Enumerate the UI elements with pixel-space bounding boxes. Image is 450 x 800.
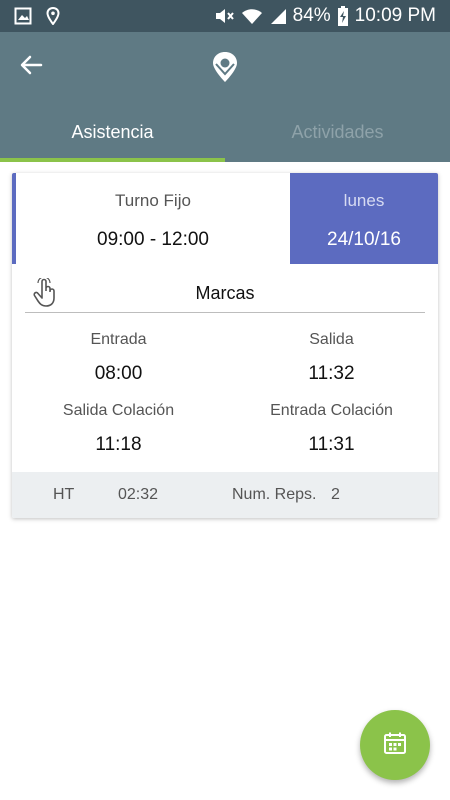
tab-label: Actividades <box>291 122 384 142</box>
date-value: 24/10/16 <box>327 229 401 250</box>
salida-colacion-label: Salida Colación <box>62 402 175 419</box>
attendance-card[interactable]: Turno Fijo 09:00 - 12:00 lunes 24/10/16 … <box>12 173 438 518</box>
entrada-colacion-label: Entrada Colación <box>270 402 393 419</box>
divider <box>25 312 425 313</box>
entrada-value: 08:00 <box>94 363 143 384</box>
tab-asistencia[interactable]: Asistencia <box>0 112 225 162</box>
signal-icon <box>269 7 287 25</box>
date-badge: lunes 24/10/16 <box>290 173 438 264</box>
salida-colacion-value: 11:18 <box>95 434 142 455</box>
reps-label: Num. Reps. <box>232 486 317 503</box>
calendar-fab-button[interactable] <box>360 710 430 780</box>
app-bar: Asistencia Actividades <box>0 32 450 162</box>
battery-charging-icon <box>337 6 349 26</box>
tab-label: Asistencia <box>71 122 154 142</box>
location-pin-logo-icon <box>210 50 240 84</box>
mute-icon <box>213 7 235 25</box>
reps-value: 2 <box>331 486 340 503</box>
entrada-label: Entrada <box>90 331 147 348</box>
back-button[interactable] <box>14 52 48 82</box>
arrow-left-icon <box>19 54 43 81</box>
location-notification-icon <box>46 7 60 25</box>
ht-value: 02:32 <box>118 486 159 503</box>
marcas-title: Marcas <box>195 283 255 303</box>
day-name: lunes <box>343 191 385 210</box>
calendar-icon <box>382 730 408 761</box>
wifi-icon <box>241 7 263 25</box>
clock-time: 10:09 PM <box>354 5 436 26</box>
salida-value: 11:32 <box>308 363 355 384</box>
summary-bar: HT 02:32 Num. Reps. 2 <box>12 472 438 518</box>
status-bar: 84% 10:09 PM <box>0 0 450 32</box>
tab-actividades[interactable]: Actividades <box>225 112 450 162</box>
entrada-colacion-value: 11:31 <box>308 434 355 455</box>
shift-type: Turno Fijo <box>115 191 191 210</box>
shift-hours: 09:00 - 12:00 <box>97 229 209 250</box>
gallery-notification-icon <box>14 7 32 25</box>
battery-percent: 84% <box>292 5 331 26</box>
ht-label: HT <box>53 486 75 503</box>
salida-label: Salida <box>309 331 354 348</box>
tab-bar: Asistencia Actividades <box>0 112 450 162</box>
shift-info: Turno Fijo 09:00 - 12:00 <box>12 173 290 264</box>
